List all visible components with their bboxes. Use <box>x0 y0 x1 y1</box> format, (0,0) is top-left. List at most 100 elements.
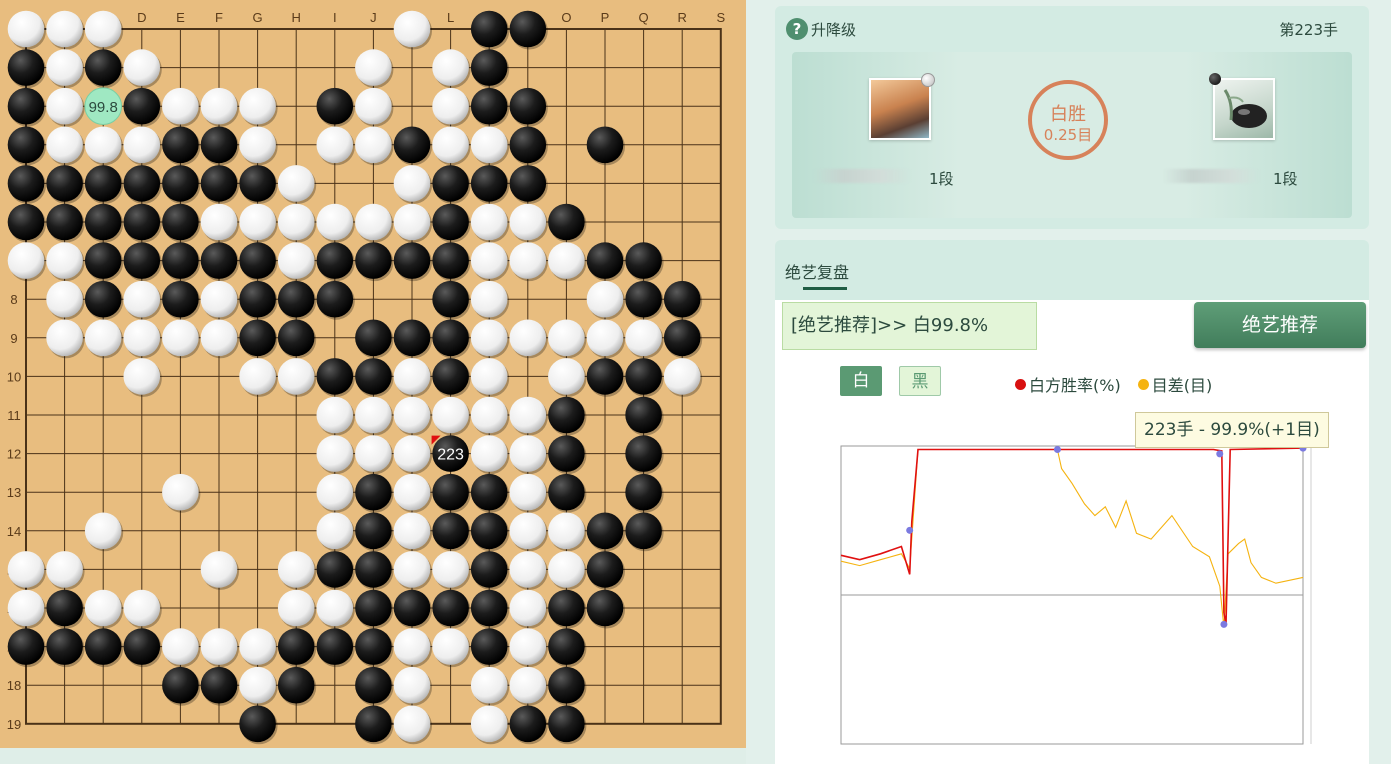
white-stone <box>123 358 161 395</box>
white-stone <box>7 589 45 627</box>
review-body: [绝艺推荐]>> 白99.8% 绝艺推荐 白 黑 白方胜率(%) 目差(目) 2… <box>775 300 1369 764</box>
white-stone <box>277 551 315 588</box>
white-stone <box>432 126 469 164</box>
row-label: 10 <box>7 369 21 384</box>
white-stone <box>393 10 431 48</box>
column-label: E <box>176 10 185 25</box>
winrate-legend-dot <box>1015 379 1026 390</box>
column-label: F <box>215 10 223 25</box>
go-board-canvas[interactable]: ABCDEFGHIJKLMNOPQRS123456789101112131415… <box>0 0 746 748</box>
black-stone <box>548 203 585 241</box>
white-stone <box>123 589 161 627</box>
chart-legend: 白方胜率(%) 目差(目) <box>1015 372 1212 396</box>
white-stone <box>470 203 508 241</box>
black-stone <box>355 551 392 588</box>
white-stone <box>123 280 161 318</box>
column-label: D <box>137 10 146 25</box>
white-stone <box>470 666 508 704</box>
toggle-black[interactable]: 黑 <box>899 366 941 396</box>
white-stone <box>393 666 431 704</box>
black-stone <box>586 242 624 279</box>
chart-marker-point <box>1216 450 1224 458</box>
black-stone <box>162 280 199 318</box>
black-stone <box>277 280 315 318</box>
avatar-black-player[interactable] <box>1213 78 1275 140</box>
black-stone <box>7 165 45 202</box>
chart-marker-point <box>906 526 914 534</box>
result-winner: 白胜 <box>1050 104 1086 125</box>
diff-legend-dot <box>1137 379 1149 390</box>
white-stone <box>586 319 624 357</box>
black-stone <box>7 203 45 241</box>
row-label: 13 <box>7 485 21 500</box>
white-stone <box>355 49 392 86</box>
black-stone <box>432 280 469 318</box>
black-stone <box>663 280 701 318</box>
black-stone <box>355 242 392 279</box>
white-stone <box>548 512 585 550</box>
white-stone <box>239 628 276 665</box>
white-stone <box>509 628 547 665</box>
white-stone <box>316 126 354 164</box>
black-stone <box>355 705 392 743</box>
white-stone <box>200 628 238 665</box>
row-label: 14 <box>7 524 21 539</box>
black-stone <box>432 242 469 279</box>
toggle-white[interactable]: 白 <box>840 366 882 396</box>
white-stone <box>548 358 585 395</box>
black-stone <box>548 666 585 704</box>
black-stone-icon <box>1209 73 1221 85</box>
white-stone <box>239 666 276 704</box>
black-stone <box>548 628 585 665</box>
row-label: 8 <box>10 292 17 307</box>
ai-recommend-button[interactable]: 绝艺推荐 <box>1194 302 1366 348</box>
white-stone <box>393 396 431 434</box>
black-stone <box>239 319 276 357</box>
white-stone <box>46 280 83 318</box>
white-stone <box>509 242 547 279</box>
white-stone <box>162 473 199 511</box>
players-panel: 1段 白胜 0.25目 1段 <box>792 52 1352 218</box>
black-stone <box>393 319 431 357</box>
black-stone <box>586 551 624 588</box>
white-stone <box>432 628 469 665</box>
black-stone <box>470 628 508 665</box>
black-stone <box>7 49 45 86</box>
white-stone <box>548 319 585 357</box>
black-stone <box>509 87 547 125</box>
white-stone <box>162 87 199 125</box>
black-stone <box>393 242 431 279</box>
black-stone <box>277 666 315 704</box>
black-stone <box>200 666 238 704</box>
black-stone <box>316 242 354 279</box>
white-stone <box>470 435 508 472</box>
white-stone <box>663 358 701 395</box>
black-stone <box>470 87 508 125</box>
white-stone <box>393 512 431 550</box>
black-stone <box>586 512 624 550</box>
row-label: 9 <box>10 331 17 346</box>
white-stone <box>200 280 238 318</box>
avatar-white-player[interactable] <box>869 78 931 140</box>
tab-ai-review[interactable]: 绝艺复盘 <box>785 259 849 283</box>
go-board[interactable]: ABCDEFGHIJKLMNOPQRS123456789101112131415… <box>0 0 746 748</box>
black-stone <box>586 358 624 395</box>
white-stone <box>470 396 508 434</box>
black-stone <box>46 203 83 241</box>
help-icon[interactable]: ? <box>786 18 808 40</box>
legend-diff: 目差(目) <box>1151 376 1213 395</box>
black-stone <box>548 705 585 743</box>
column-label: P <box>601 10 610 25</box>
white-stone <box>509 319 547 357</box>
result-margin: 0.25目 <box>1043 126 1093 144</box>
white-stone <box>432 87 469 125</box>
white-stone <box>200 203 238 241</box>
white-stone <box>277 203 315 241</box>
white-stone <box>432 551 469 588</box>
white-stone <box>316 203 354 241</box>
white-stone <box>123 49 161 86</box>
white-stone <box>200 551 238 588</box>
player-rank-white: 1段 <box>929 170 954 188</box>
black-stone <box>162 126 199 164</box>
white-stone <box>509 589 547 627</box>
